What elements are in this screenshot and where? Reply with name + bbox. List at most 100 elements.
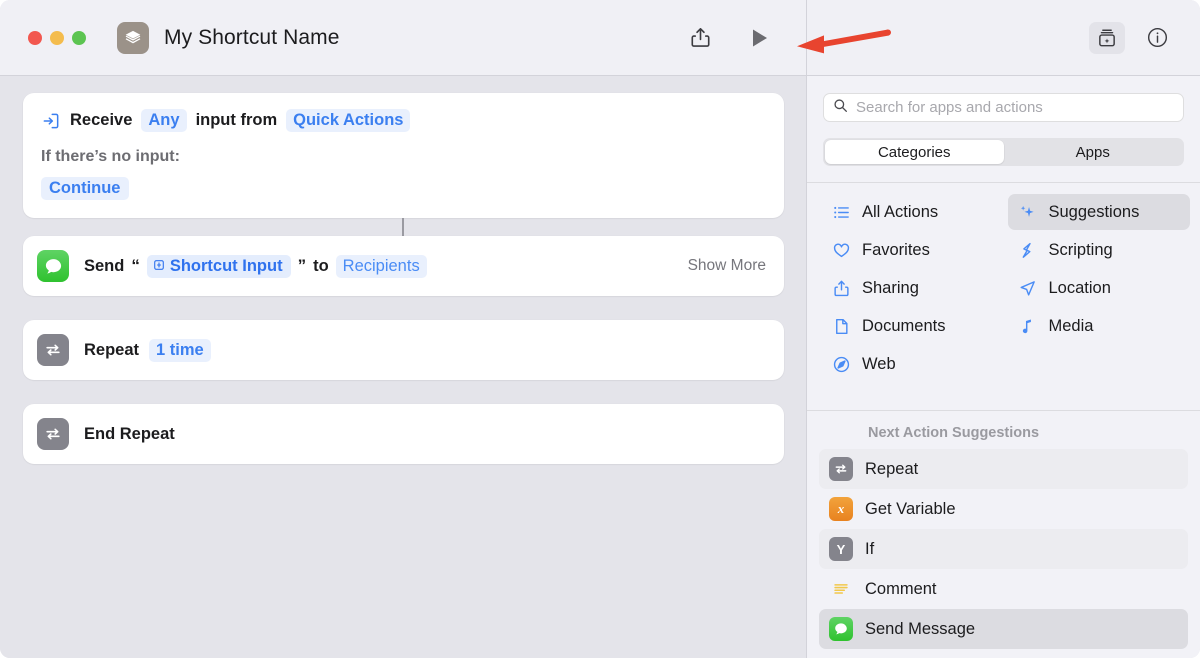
action-card-end-repeat[interactable]: End Repeat <box>23 404 784 464</box>
run-button[interactable] <box>745 23 775 53</box>
categories-grid: All Actions Suggestions <box>807 183 1200 394</box>
suggestion-if[interactable]: Y If <box>819 529 1188 569</box>
page-title[interactable]: My Shortcut Name <box>164 26 340 50</box>
action-connector-line <box>402 218 404 236</box>
music-note-icon <box>1018 316 1038 336</box>
title-bar-right <box>807 0 1200 75</box>
sidebar-item-all-actions[interactable]: All Actions <box>821 194 1004 230</box>
show-more-button[interactable]: Show More <box>688 257 766 275</box>
shortcut-canvas: Receive Any input from Quick Actions If … <box>0 76 807 658</box>
search-area: Search for apps and actions <box>807 76 1200 122</box>
sidebar-item-sharing[interactable]: Sharing <box>821 270 1004 306</box>
send-open-quote: “ <box>131 256 140 276</box>
suggestion-send-message[interactable]: Send Message <box>819 609 1188 649</box>
send-prefix-label: Send <box>84 257 124 276</box>
repeat-icon <box>37 334 69 366</box>
sidebar-item-label: Favorites <box>862 241 930 260</box>
action-library-sidebar: Search for apps and actions Categories A… <box>807 76 1200 658</box>
suggestions-list: Repeat x Get Variable Y If <box>807 449 1200 649</box>
sidebar-item-web[interactable]: Web <box>821 346 1004 382</box>
window-body: Receive Any input from Quick Actions If … <box>0 76 1200 658</box>
close-window-button[interactable] <box>28 31 42 45</box>
suggestion-repeat[interactable]: Repeat <box>819 449 1188 489</box>
search-input[interactable]: Search for apps and actions <box>823 93 1184 122</box>
search-placeholder: Search for apps and actions <box>856 99 1043 116</box>
sidebar-item-documents[interactable]: Documents <box>821 308 1004 344</box>
maximize-window-button[interactable] <box>72 31 86 45</box>
repeat-count-token[interactable]: 1 time <box>149 339 211 362</box>
sidebar-item-label: Documents <box>862 317 945 336</box>
variable-icon: x <box>829 497 853 521</box>
sidebar-item-label: Location <box>1049 279 1111 298</box>
document-icon <box>831 316 851 336</box>
if-icon: Y <box>829 537 853 561</box>
repeat-icon <box>829 457 853 481</box>
scripting-icon <box>1018 240 1038 260</box>
receive-input-icon <box>41 111 61 131</box>
suggestion-comment[interactable]: Comment <box>819 569 1188 609</box>
sidebar-item-location[interactable]: Location <box>1008 270 1191 306</box>
shortcuts-window: My Shortcut Name <box>0 0 1200 658</box>
variable-token-icon <box>153 257 165 276</box>
suggestion-label: Get Variable <box>865 500 956 519</box>
comment-icon <box>829 577 853 601</box>
list-icon <box>831 202 851 222</box>
action-card-receive-input[interactable]: Receive Any input from Quick Actions If … <box>23 93 784 218</box>
end-repeat-row: End Repeat <box>84 425 175 444</box>
tab-apps[interactable]: Apps <box>1004 140 1183 164</box>
sidebar-item-suggestions[interactable]: Suggestions <box>1008 194 1191 230</box>
heart-icon <box>831 240 851 260</box>
sidebar-item-favorites[interactable]: Favorites <box>821 232 1004 268</box>
sidebar-item-label: Scripting <box>1049 241 1113 260</box>
sidebar-item-label: Media <box>1049 317 1094 336</box>
send-message-row: Send “ Shortcut Input ” to <box>84 255 427 278</box>
library-mode-segmented-control[interactable]: Categories Apps <box>823 138 1184 166</box>
send-close-quote: ” <box>298 256 307 276</box>
action-card-repeat[interactable]: Repeat 1 time <box>23 320 784 380</box>
messages-icon <box>829 617 853 641</box>
repeat-row: Repeat 1 time <box>84 339 211 362</box>
messages-icon <box>37 250 69 282</box>
sidebar-item-media[interactable]: Media <box>1008 308 1191 344</box>
receive-middle-label: input from <box>196 111 278 130</box>
suggestion-label: Repeat <box>865 460 918 479</box>
input-type-token[interactable]: Any <box>141 109 186 132</box>
safari-icon <box>831 354 851 374</box>
repeat-label: Repeat <box>84 341 139 360</box>
sidebar-item-label: All Actions <box>862 203 938 222</box>
recipients-token[interactable]: Recipients <box>336 255 427 278</box>
input-source-token[interactable]: Quick Actions <box>286 109 410 132</box>
title-bar-left: My Shortcut Name <box>0 0 807 75</box>
suggestion-label: Comment <box>865 580 937 599</box>
receive-prefix-label: Receive <box>70 111 132 130</box>
suggestion-get-variable[interactable]: x Get Variable <box>819 489 1188 529</box>
traffic-lights <box>0 31 86 45</box>
minimize-window-button[interactable] <box>50 31 64 45</box>
next-action-suggestions-header: Next Action Suggestions <box>807 411 1200 449</box>
if-y-glyph: Y <box>837 542 846 557</box>
title-bar-left-tools <box>685 23 806 53</box>
end-repeat-label: End Repeat <box>84 425 175 444</box>
no-input-behavior-token[interactable]: Continue <box>41 177 129 200</box>
share-button[interactable] <box>685 23 715 53</box>
tab-categories[interactable]: Categories <box>825 140 1004 164</box>
share-icon <box>831 278 851 298</box>
suggestion-label: If <box>865 540 874 559</box>
shortcuts-app-icon <box>117 22 149 54</box>
action-card-send-message[interactable]: Send “ Shortcut Input ” to <box>23 236 784 296</box>
shortcut-input-token[interactable]: Shortcut Input <box>147 255 291 278</box>
shortcut-input-token-label: Shortcut Input <box>170 257 283 276</box>
details-info-button[interactable] <box>1142 23 1172 53</box>
variable-x-glyph: x <box>838 501 845 517</box>
action-library-button[interactable] <box>1089 22 1125 54</box>
sidebar-item-scripting[interactable]: Scripting <box>1008 232 1191 268</box>
sidebar-item-label: Suggestions <box>1049 203 1140 222</box>
receive-row: Receive Any input from Quick Actions <box>41 109 766 132</box>
repeat-icon <box>37 418 69 450</box>
sparkles-icon <box>1018 202 1038 222</box>
search-icon <box>833 98 848 118</box>
suggestion-label: Send Message <box>865 620 975 639</box>
sidebar-item-label: Web <box>862 355 896 374</box>
sidebar-item-label: Sharing <box>862 279 919 298</box>
no-input-label: If there’s no input: <box>41 148 766 166</box>
